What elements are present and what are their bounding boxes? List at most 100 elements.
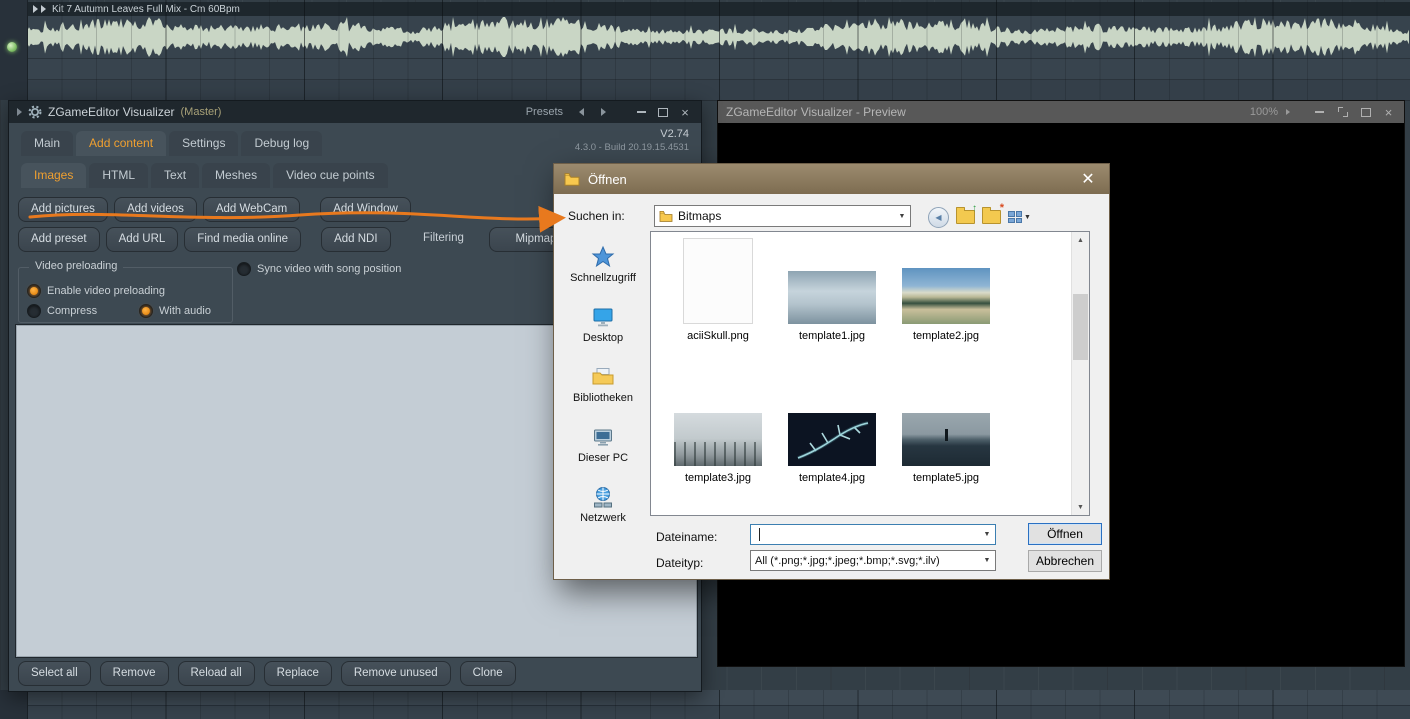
add-preset-button[interactable]: Add preset [18, 227, 100, 252]
playlist-lane[interactable] [27, 706, 1410, 719]
scrollbar[interactable]: ▲ ▼ [1071, 232, 1089, 515]
fullscreen-button[interactable] [1335, 105, 1350, 120]
clone-button[interactable]: Clone [459, 661, 516, 686]
minimize-button[interactable] [1312, 105, 1327, 120]
open-file-dialog: Öffnen ✕ Suchen in: Bitmaps ▼ ◀ ↑ * ▼ Sc… [553, 163, 1110, 580]
file-item[interactable]: template4.jpg [777, 408, 887, 484]
chevron-down-icon[interactable]: ▼ [979, 557, 995, 564]
close-button[interactable]: × [677, 104, 693, 120]
add-videos-button[interactable]: Add videos [113, 197, 197, 222]
subtab-video-cue-points[interactable]: Video cue points [273, 163, 388, 188]
add-ndi-button[interactable]: Add NDI [321, 227, 391, 252]
tab-settings[interactable]: Settings [169, 131, 239, 156]
preset-next-button[interactable] [595, 104, 611, 120]
radio-icon [27, 304, 41, 318]
look-in-label: Suchen in: [568, 209, 625, 223]
reload-all-button[interactable]: Reload all [177, 661, 255, 686]
collapse-arrow-icon[interactable] [17, 108, 22, 116]
cancel-button[interactable]: Abbrechen [1028, 550, 1102, 572]
radio-sync-video[interactable]: Sync video with song position [237, 262, 401, 276]
file-item[interactable]: template1.jpg [777, 234, 887, 342]
file-name: template1.jpg [798, 330, 866, 342]
file-item[interactable]: aciiSkull.png [663, 234, 773, 342]
maximize-button[interactable] [1358, 105, 1373, 120]
chevron-down-icon[interactable]: ▼ [894, 213, 910, 220]
network-icon [594, 487, 612, 508]
place-label: Netzwerk [580, 512, 626, 524]
scrollbar-thumb[interactable] [1073, 294, 1088, 360]
zoom-level[interactable]: 100% [1250, 106, 1278, 118]
replace-button[interactable]: Replace [263, 661, 332, 686]
open-button[interactable]: Öffnen [1028, 523, 1102, 545]
presets-label: Presets [525, 106, 563, 118]
sidebar-item-this-pc[interactable]: Dieser PC [558, 418, 648, 478]
video-preloading-group-label: Video preloading [29, 260, 124, 272]
zoom-chevron-icon[interactable] [1286, 109, 1290, 115]
dialog-titlebar[interactable]: Öffnen ✕ [554, 164, 1109, 194]
radio-enable-video-preloading[interactable]: Enable video preloading [27, 284, 165, 298]
tab-debug-log[interactable]: Debug log [241, 131, 323, 156]
close-icon[interactable]: ✕ [1077, 169, 1099, 189]
scroll-down-icon[interactable]: ▼ [1072, 499, 1089, 515]
sidebar-item-network[interactable]: Netzwerk [558, 478, 648, 538]
radio-compress[interactable]: Compress [27, 304, 97, 318]
find-media-online-button[interactable]: Find media online [184, 227, 302, 252]
radio-icon [237, 262, 251, 276]
sidebar-item-quick-access[interactable]: Schnellzugriff [558, 238, 648, 298]
file-item[interactable]: template5.jpg [891, 408, 1001, 484]
view-menu-icon[interactable]: ▼ [1008, 211, 1031, 223]
sidebar-item-libraries[interactable]: Bibliotheken [558, 358, 648, 418]
monitor-icon [593, 308, 613, 327]
add-buttons-row-2: Add preset Add URL Find media online Add… [18, 227, 391, 252]
file-thumbnail [902, 268, 990, 324]
add-buttons-row-1: Add pictures Add videos Add WebCam Add W… [18, 197, 411, 222]
gear-icon[interactable] [28, 105, 42, 119]
filtering-label: Filtering [423, 232, 464, 244]
file-item[interactable]: template3.jpg [663, 408, 773, 484]
plugin-titlebar[interactable]: ZGameEditor Visualizer (Master) Presets … [9, 101, 701, 123]
new-folder-icon[interactable]: * [982, 202, 1004, 224]
subtab-text[interactable]: Text [151, 163, 200, 188]
playlist-lane[interactable] [27, 690, 1410, 706]
fl-studio-screen: Kit 7 Autumn Leaves Full Mix - Cm 60Bpm … [0, 0, 1410, 719]
look-in-dropdown[interactable]: Bitmaps ▼ [654, 205, 911, 227]
add-pictures-button[interactable]: Add pictures [18, 197, 108, 222]
filename-input[interactable]: ▼ [750, 524, 996, 545]
up-one-level-icon[interactable]: ↑ [956, 203, 977, 224]
add-window-button[interactable]: Add Window [320, 197, 411, 222]
remove-button[interactable]: Remove [99, 661, 169, 686]
file-list[interactable]: aciiSkull.png template1.jpg template2.jp… [650, 231, 1090, 516]
minimize-button[interactable] [633, 104, 649, 120]
file-item[interactable]: template2.jpg [891, 234, 1001, 342]
dialog-body: Suchen in: Bitmaps ▼ ◀ ↑ * ▼ Schnellzugr… [554, 194, 1109, 579]
tab-main[interactable]: Main [21, 131, 74, 156]
audio-clip-waveform[interactable] [27, 16, 1410, 59]
back-icon[interactable]: ◀ [928, 206, 949, 228]
playlist-clip-header[interactable]: Kit 7 Autumn Leaves Full Mix - Cm 60Bpm [27, 2, 1410, 16]
chevron-down-icon[interactable]: ▼ [979, 531, 995, 538]
close-button[interactable]: × [1381, 105, 1396, 120]
scroll-up-icon[interactable]: ▲ [1072, 232, 1089, 248]
add-url-button[interactable]: Add URL [105, 227, 179, 252]
add-webcam-button[interactable]: Add WebCam [202, 197, 301, 222]
subtab-images[interactable]: Images [21, 163, 87, 188]
remove-unused-button[interactable]: Remove unused [340, 661, 451, 686]
track-status-led[interactable] [7, 42, 17, 52]
maximize-button[interactable] [655, 104, 671, 120]
preview-titlebar[interactable]: ZGameEditor Visualizer - Preview 100% × [718, 101, 1404, 123]
filetype-label: Dateityp: [656, 556, 704, 570]
place-label: Desktop [582, 332, 624, 344]
tab-add-content[interactable]: Add content [76, 131, 167, 156]
file-name: aciiSkull.png [687, 330, 749, 342]
preset-prev-button[interactable] [573, 104, 589, 120]
sidebar-item-desktop[interactable]: Desktop [558, 298, 648, 358]
subtab-html[interactable]: HTML [89, 163, 149, 188]
playlist-lane[interactable] [27, 58, 1410, 80]
playlist-lane[interactable] [27, 80, 1410, 101]
radio-with-audio[interactable]: With audio [139, 304, 211, 318]
dialog-title: Öffnen [588, 171, 627, 187]
subtab-meshes[interactable]: Meshes [202, 163, 271, 188]
filetype-dropdown[interactable]: All (*.png;*.jpg;*.jpeg;*.bmp;*.svg;*.il… [750, 550, 996, 571]
select-all-button[interactable]: Select all [18, 661, 91, 686]
look-in-value: Bitmaps [678, 209, 722, 223]
